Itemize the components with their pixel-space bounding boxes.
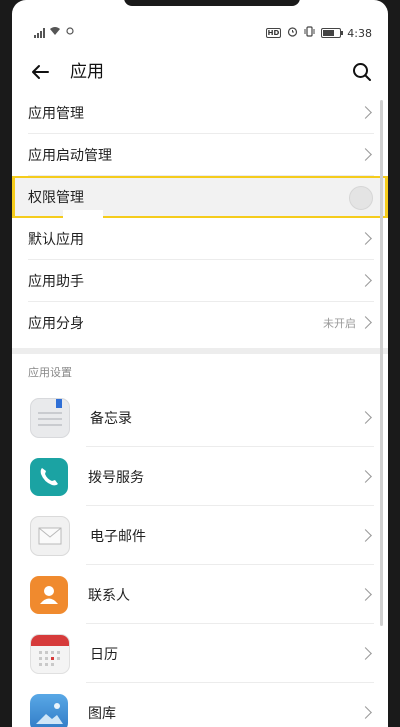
vibrate-icon <box>304 26 315 40</box>
row-label: 应用分身 <box>28 316 84 332</box>
settings-row-permissions[interactable]: 权限管理 <box>12 176 388 220</box>
calendar-icon <box>30 633 70 674</box>
row-label: 权限管理 <box>28 190 84 206</box>
app-label: 电子邮件 <box>90 528 146 545</box>
gallery-icon <box>30 693 68 727</box>
row-value: 未开启 <box>323 317 356 330</box>
settings-row-app-twin[interactable]: 应用分身 未开启 <box>12 302 388 344</box>
settings-list: 应用管理 应用启动管理 权限管理 默认应用 应用助手 应用分身 未开启 应用设置… <box>12 92 388 727</box>
app-label: 联系人 <box>88 587 130 604</box>
wifi-icon <box>49 26 61 39</box>
row-label: 应用管理 <box>28 106 84 122</box>
settings-row-default-apps[interactable]: 默认应用 <box>12 218 388 260</box>
row-label: 应用助手 <box>28 274 84 290</box>
app-row-gallery[interactable]: 图库 <box>12 683 388 727</box>
chevron-right-icon <box>359 705 372 719</box>
scrollbar[interactable] <box>380 100 383 626</box>
status-left <box>34 26 75 39</box>
chevron-right-icon <box>359 646 372 660</box>
app-row-calendar[interactable]: 日历 <box>12 624 388 683</box>
chevron-right-icon <box>359 410 372 424</box>
row-label: 默认应用 <box>28 232 84 248</box>
alarm-icon <box>287 26 298 40</box>
chevron-right-icon <box>359 316 372 329</box>
camera-notch <box>124 0 300 6</box>
app-label: 备忘录 <box>90 410 132 427</box>
touch-ripple <box>349 186 373 210</box>
phone-icon <box>30 457 68 496</box>
section-label-app-settings: 应用设置 <box>28 366 72 379</box>
app-label: 拨号服务 <box>88 469 144 486</box>
chevron-right-icon <box>359 469 372 483</box>
status-bar: HD 4:38 <box>12 22 388 44</box>
hd-badge: HD <box>265 28 282 38</box>
chevron-right-icon <box>359 148 372 161</box>
app-label: 日历 <box>90 646 118 663</box>
search-icon[interactable] <box>350 60 374 84</box>
status-time: 4:38 <box>347 26 372 40</box>
row-label: 应用启动管理 <box>28 148 112 164</box>
notepad-icon <box>30 397 70 438</box>
battery-icon <box>321 28 344 38</box>
data-icon <box>65 26 75 39</box>
signal-icon <box>34 27 45 38</box>
page-title: 应用 <box>70 62 104 82</box>
phone-screen: HD 4:38 应用 应用管理 应用启动管理 权限管理 默认应用 应用助手 应用… <box>12 0 388 727</box>
chevron-right-icon <box>359 106 372 119</box>
back-arrow-icon[interactable] <box>28 60 52 84</box>
app-row-dialer[interactable]: 拨号服务 <box>12 447 388 506</box>
settings-row-app-management[interactable]: 应用管理 <box>12 92 388 134</box>
header: 应用 <box>12 52 388 92</box>
chevron-right-icon <box>359 528 372 542</box>
app-row-email[interactable]: 电子邮件 <box>12 506 388 565</box>
envelope-icon <box>30 515 70 556</box>
app-row-contacts[interactable]: 联系人 <box>12 565 388 624</box>
contact-person-icon <box>30 575 68 614</box>
settings-row-app-assistant[interactable]: 应用助手 <box>12 260 388 302</box>
chevron-right-icon <box>359 232 372 245</box>
chevron-right-icon <box>359 587 372 601</box>
chevron-right-icon <box>359 274 372 287</box>
app-row-memo[interactable]: 备忘录 <box>12 388 388 447</box>
app-label: 图库 <box>88 705 116 722</box>
status-right: HD 4:38 <box>265 26 372 40</box>
settings-row-app-launch[interactable]: 应用启动管理 <box>12 134 388 176</box>
